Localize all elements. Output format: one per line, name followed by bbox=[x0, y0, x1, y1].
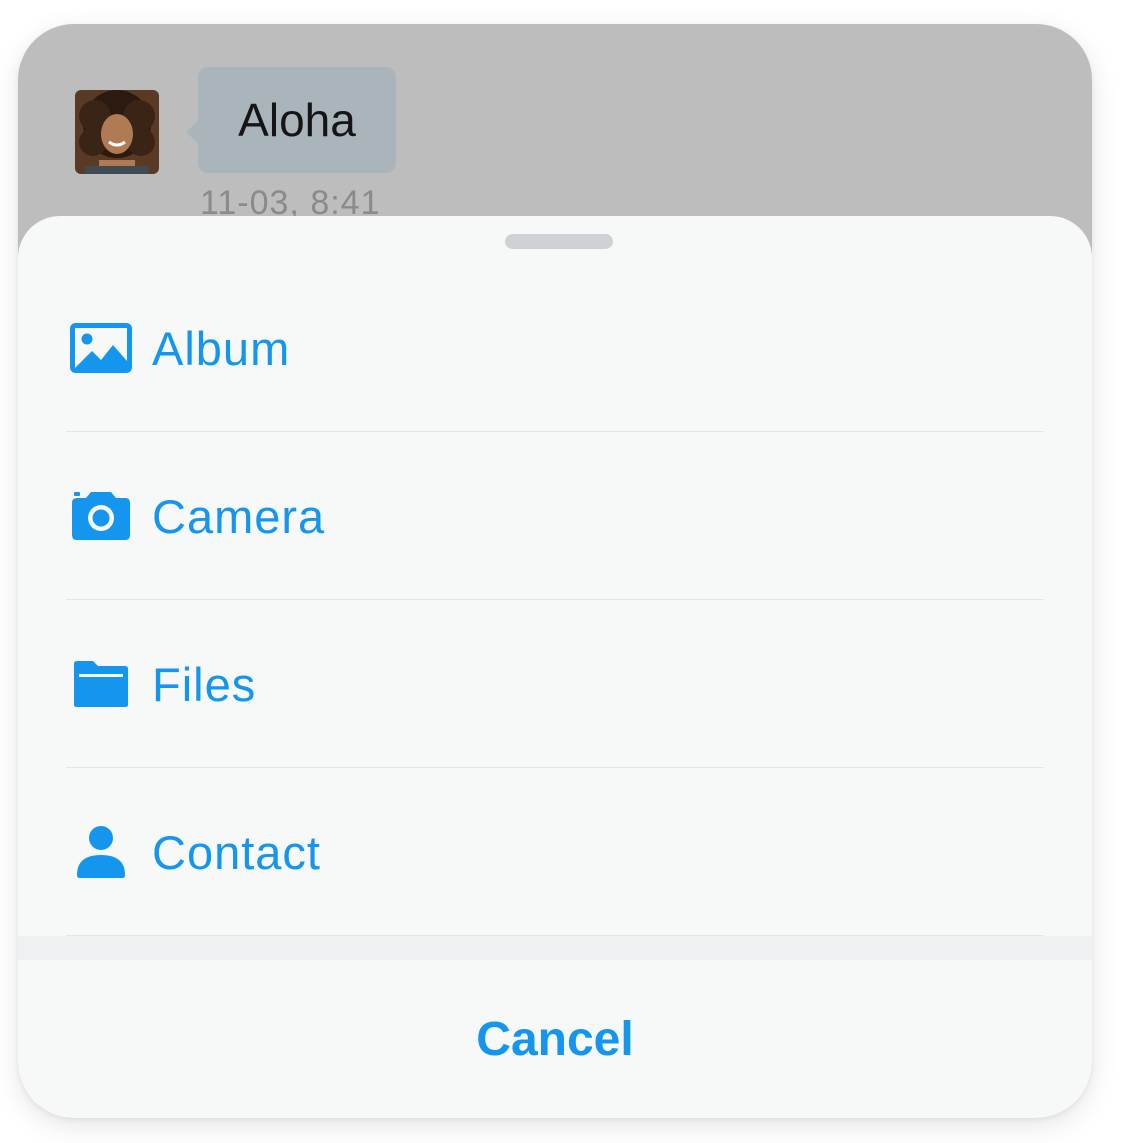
action-camera-label: Camera bbox=[152, 489, 326, 543]
action-camera[interactable]: Camera bbox=[18, 432, 1092, 600]
action-sheet: Album Camera Files Contact Cancel bbox=[18, 216, 1092, 1118]
image-icon bbox=[68, 315, 134, 381]
camera-icon bbox=[68, 483, 134, 549]
action-album-label: Album bbox=[152, 321, 291, 375]
cancel-label: Cancel bbox=[476, 1012, 634, 1066]
sheet-separator bbox=[18, 936, 1092, 960]
folder-icon bbox=[68, 651, 134, 717]
person-icon bbox=[68, 819, 134, 885]
avatar[interactable] bbox=[75, 90, 159, 174]
message-bubble[interactable]: Aloha bbox=[198, 67, 396, 173]
message-text: Aloha bbox=[238, 94, 356, 146]
action-contact[interactable]: Contact bbox=[18, 768, 1092, 936]
action-files-label: Files bbox=[152, 657, 257, 711]
action-files[interactable]: Files bbox=[18, 600, 1092, 768]
action-contact-label: Contact bbox=[152, 825, 321, 879]
cancel-button[interactable]: Cancel bbox=[18, 960, 1092, 1118]
phone-screen: Aloha 11-03, 8:41 Album Camera Files Con… bbox=[18, 24, 1092, 1118]
action-album[interactable]: Album bbox=[18, 264, 1092, 432]
sheet-drag-handle[interactable] bbox=[505, 234, 613, 249]
